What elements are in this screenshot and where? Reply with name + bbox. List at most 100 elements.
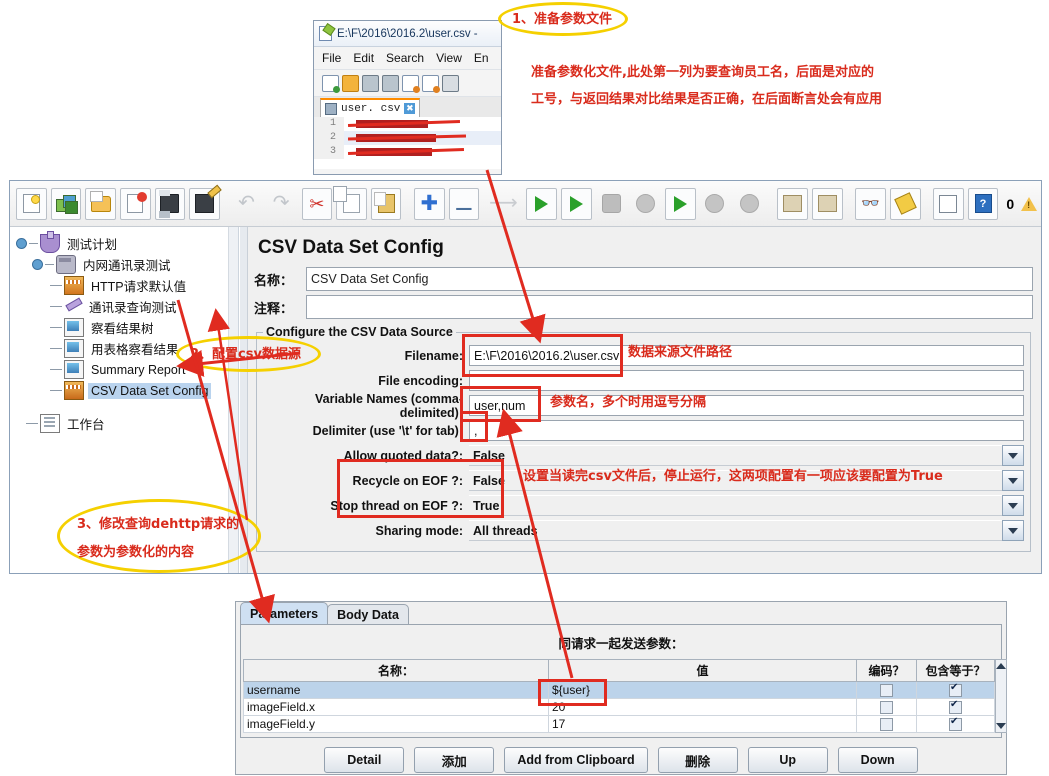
- encode-checkbox[interactable]: [880, 718, 893, 732]
- close-document-icon[interactable]: [119, 187, 151, 220]
- parameters-vertical-scrollbar[interactable]: [995, 659, 1007, 733]
- clear-icon[interactable]: [777, 187, 809, 220]
- include-equals-checkbox[interactable]: [949, 700, 962, 715]
- tree-item-view-results-tree[interactable]: 察看结果树: [50, 317, 238, 338]
- play-no-pause-icon[interactable]: [561, 187, 592, 220]
- stop-thread-on-eof-combo[interactable]: True: [469, 495, 1003, 516]
- warning-triangle-icon[interactable]: [1021, 196, 1038, 211]
- menu-item-edit[interactable]: Edit: [353, 51, 374, 65]
- shutdown-icon: [630, 188, 661, 220]
- chevron-down-icon[interactable]: [1002, 495, 1024, 516]
- tree-item-label: 内网通讯录测试: [83, 259, 171, 273]
- chevron-down-icon[interactable]: [1002, 445, 1024, 466]
- annotation-box-eof-settings: [337, 459, 504, 518]
- name-field-row: 名称： CSV Data Set Config: [254, 267, 1033, 291]
- save-all-icon[interactable]: [382, 74, 399, 92]
- remote-start-icon[interactable]: [664, 187, 696, 220]
- tree-item-thread-group[interactable]: 内网通讯录测试: [32, 254, 238, 275]
- http-parameters-panel: Parameters Body Data 同请求一起发送参数： 名称： 值 编码…: [235, 601, 1007, 775]
- annotation-step3-label-line2: 参数为参数化的内容: [77, 545, 195, 560]
- name-input[interactable]: CSV Data Set Config: [306, 267, 1033, 291]
- clear-all-icon[interactable]: [812, 187, 843, 220]
- function-helper-icon[interactable]: [933, 187, 964, 220]
- encode-checkbox[interactable]: [880, 701, 893, 715]
- tree-item-http-defaults[interactable]: HTTP请求默认值: [50, 275, 238, 296]
- menu-item-encoding[interactable]: En: [474, 51, 489, 65]
- close-file-icon[interactable]: [402, 74, 420, 93]
- plus-icon[interactable]: ✚: [414, 187, 445, 220]
- paste-icon[interactable]: [370, 187, 402, 220]
- detail-button[interactable]: Detail: [324, 747, 405, 773]
- error-count: 0: [1006, 195, 1015, 212]
- include-equals-checkbox[interactable]: [949, 717, 962, 732]
- reset-search-icon[interactable]: [889, 187, 921, 220]
- table-row[interactable]: imageField.y 17: [243, 715, 995, 733]
- column-header-include-equals[interactable]: 包含等于？: [916, 659, 995, 682]
- line-number: 3: [314, 145, 344, 159]
- table-row[interactable]: username ${user}: [243, 681, 995, 699]
- tree-item-workbench[interactable]: 工作台: [26, 413, 238, 434]
- cell-value[interactable]: 17: [548, 715, 857, 733]
- editor-line: 3: [314, 145, 501, 159]
- delete-button[interactable]: 删除: [657, 747, 738, 773]
- tree-item-label: Summary Report: [91, 362, 186, 377]
- new-document-icon[interactable]: [16, 187, 47, 220]
- print-icon[interactable]: [442, 74, 459, 92]
- expand-knob-icon[interactable]: [16, 238, 27, 249]
- notepad-tab-user-csv[interactable]: user. csv ✖: [320, 98, 421, 117]
- tree-item-label: CSV Data Set Config: [88, 382, 212, 399]
- scroll-up-icon[interactable]: [996, 663, 1006, 669]
- expand-knob-icon[interactable]: [32, 259, 43, 270]
- table-row[interactable]: imageField.x 20: [243, 698, 995, 716]
- minus-icon[interactable]: ⚊: [448, 187, 480, 220]
- chevron-down-icon[interactable]: [1002, 470, 1024, 491]
- delimiter-input[interactable]: ,: [469, 420, 1024, 441]
- cell-name[interactable]: imageField.y: [243, 715, 549, 733]
- encode-checkbox[interactable]: [880, 684, 893, 698]
- menu-item-file[interactable]: File: [322, 51, 341, 65]
- open-file-icon[interactable]: [342, 74, 359, 92]
- tree-item-sampler[interactable]: 通讯录查询测试: [50, 296, 238, 317]
- comment-input[interactable]: [306, 295, 1033, 319]
- close-all-icon[interactable]: [422, 74, 440, 93]
- tree-item-label: 察看结果树: [91, 322, 154, 336]
- column-header-encode[interactable]: 编码？: [856, 659, 917, 682]
- tree-item-csv-data-set-config[interactable]: CSV Data Set Config: [50, 380, 238, 401]
- menu-item-view[interactable]: View: [436, 51, 462, 65]
- scroll-down-icon[interactable]: [996, 723, 1006, 729]
- notepad-editor-area[interactable]: 1 2 3: [314, 117, 501, 169]
- parameters-caption: 同请求一起发送参数：: [558, 637, 684, 651]
- up-button[interactable]: Up: [747, 747, 828, 773]
- down-button[interactable]: Down: [837, 747, 918, 773]
- copy-icon[interactable]: [336, 187, 367, 220]
- chevron-down-icon[interactable]: [1002, 520, 1024, 541]
- allow-quoted-combo[interactable]: False: [469, 445, 1003, 466]
- help-icon[interactable]: ?: [967, 187, 999, 220]
- scissors-icon[interactable]: ✂: [301, 187, 333, 220]
- parameters-table[interactable]: 名称： 值 编码？ 包含等于？ username ${user} imageFi: [243, 659, 995, 733]
- new-file-icon[interactable]: [322, 74, 340, 93]
- add-button[interactable]: 添加: [414, 747, 495, 773]
- menu-item-search[interactable]: Search: [386, 51, 424, 65]
- file-encoding-row: File encoding:: [263, 368, 1024, 393]
- column-header-name[interactable]: 名称：: [243, 659, 549, 682]
- cell-name[interactable]: username: [243, 681, 549, 699]
- sharing-mode-combo[interactable]: All threads: [469, 520, 1003, 541]
- play-icon[interactable]: [526, 187, 558, 220]
- tab-body-data[interactable]: Body Data: [327, 604, 409, 624]
- line-number: 2: [314, 131, 344, 145]
- annotation-step1-label: 1、准备参数文件: [512, 12, 613, 27]
- save-file-icon[interactable]: [362, 74, 379, 92]
- tree-item-test-plan[interactable]: 测试计划: [16, 231, 238, 254]
- open-folder-icon[interactable]: [85, 187, 116, 220]
- binoculars-icon[interactable]: 👓: [855, 187, 886, 220]
- include-equals-checkbox[interactable]: [949, 683, 962, 698]
- add-from-clipboard-button[interactable]: Add from Clipboard: [504, 747, 648, 773]
- templates-icon[interactable]: [50, 187, 82, 220]
- tab-label: user. csv: [341, 102, 401, 115]
- cell-name[interactable]: imageField.x: [243, 698, 549, 716]
- tab-close-icon[interactable]: ✖: [404, 103, 416, 114]
- save-icon[interactable]: [154, 187, 186, 220]
- save-as-icon[interactable]: [189, 187, 220, 220]
- tab-parameters[interactable]: Parameters: [240, 602, 329, 624]
